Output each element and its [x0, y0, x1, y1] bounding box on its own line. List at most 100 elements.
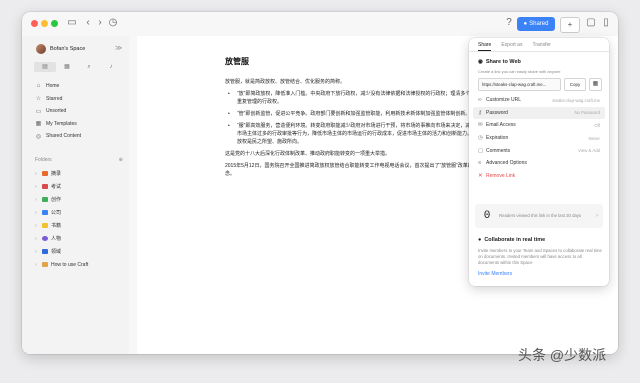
inspector-icon[interactable]: ▯ — [600, 17, 612, 29]
sidebar-item-starred[interactable]: ☆ Starred — [35, 93, 125, 106]
bullet-item[interactable]: • “服”即高效服务，营造便利环境。转变政府职能减少政府对市场进行干预，将市场的事… — [228, 122, 485, 146]
space-switcher[interactable]: Bofan's Space — [36, 44, 85, 54]
option-value: Off — [594, 122, 600, 128]
sliders-icon: ≡ — [478, 160, 482, 167]
share-to-web-label: Share to Web — [485, 59, 521, 65]
folders-header: Folders ⊕ — [35, 157, 123, 163]
calendar-tab-icon[interactable]: ▦ — [56, 62, 78, 72]
option-value: View & Add — [578, 148, 600, 154]
folder-item[interactable]: › 人物 — [35, 232, 125, 245]
share-link-field[interactable]: https://steaks-clap-wag.craft.me... — [478, 78, 561, 91]
folder-item[interactable]: › 创作 — [35, 193, 125, 206]
tab-export[interactable]: Export as — [501, 38, 522, 51]
option-advanced[interactable]: ≡ Advanced Options — [473, 157, 605, 170]
back-icon[interactable]: ‹ — [82, 17, 94, 29]
paragraph[interactable]: 放管服，就是简政放权、放管结合、优化服务的简称。 — [225, 78, 485, 86]
minimize-window-button[interactable] — [41, 20, 48, 27]
share-options: ∞ Customize URL steaks-clap-wag.craft.me ⚷… — [473, 94, 605, 182]
folder-icon — [42, 197, 48, 202]
option-customize-url[interactable]: ∞ Customize URL steaks-clap-wag.craft.me — [473, 94, 605, 107]
remove-link-button[interactable]: ✕ Remove Link — [473, 170, 605, 183]
trash-icon: ✕ — [478, 172, 483, 179]
folder-label: 公司 — [51, 210, 62, 216]
sidebar: Bofan's Space ≫ ▤ ▦ ⌕ ♪ ⌂ Home ☆ Starred… — [22, 36, 129, 354]
readers-text: Readers viewed this link in the last 30 … — [499, 213, 582, 218]
sidebar-item-unsorted[interactable]: ▭ Unsorted — [35, 105, 125, 118]
folder-item[interactable]: › 公司 — [35, 206, 125, 219]
bullet-item[interactable]: • “管”即创新监管，促进公平竞争。政府部门要创新和加强监管职能，利用新技术新体制… — [228, 110, 485, 118]
paragraph[interactable]: 2015年5月12日，国务院召开全国推进简政放权放管结合职能转变工作电视电话会议… — [225, 162, 485, 178]
option-value: steaks-clap-wag.craft.me — [552, 97, 600, 103]
copy-button[interactable]: Copy — [564, 78, 586, 91]
add-button[interactable]: + — [560, 17, 580, 33]
folder-item[interactable]: › 书籍 — [35, 219, 125, 232]
bullet-item[interactable]: • “放”即简政放权，降低准入门槛。中央政府下放行政权，减少没有法律依据和法律授权… — [228, 90, 485, 106]
folder-label: 摘录 — [51, 171, 62, 177]
folder-label: How to use Craft — [51, 261, 89, 268]
chevron-right-icon: › — [35, 196, 37, 203]
collaborate-label: Collaborate in real time — [484, 237, 546, 243]
folder-icon — [42, 171, 48, 176]
key-icon: ⚷ — [478, 109, 483, 116]
folders-label: Folders — [35, 157, 52, 163]
option-label: Advanced Options — [486, 160, 527, 167]
link-icon: ∞ — [478, 97, 482, 104]
bullet-icon: • — [228, 91, 230, 97]
readers-count: 0 — [483, 210, 491, 222]
qr-code-icon[interactable]: ▦ — [589, 78, 602, 91]
house-icon: ⌂ — [36, 83, 41, 90]
option-label: Remove Link — [486, 172, 516, 179]
sidebar-item-shared-content[interactable]: ◎ Shared Content — [35, 130, 125, 143]
folder-label: 人物 — [51, 236, 62, 242]
bullet-text: “服”即高效服务，营造便利环境。转变政府职能减少政府对市场进行干预，将市场的事推… — [237, 123, 483, 145]
tab-share[interactable]: Share — [478, 38, 492, 51]
search-tab-icon[interactable]: ⌕ — [78, 62, 100, 72]
collaborate-title: ● Collaborate in real time — [478, 237, 545, 243]
tray-icon: ▭ — [35, 108, 42, 115]
option-value: Never — [588, 135, 600, 141]
help-icon[interactable]: ? — [503, 17, 515, 29]
readers-card[interactable]: 0 Readers viewed this link in the last 3… — [475, 204, 603, 228]
folder-item[interactable]: › 领域 — [35, 245, 125, 258]
close-window-button[interactable] — [31, 20, 38, 27]
avatar — [36, 44, 46, 54]
space-name: Bofan's Space — [50, 46, 86, 52]
sidebar-item-home[interactable]: ⌂ Home — [35, 80, 125, 93]
mail-icon: ✉ — [478, 122, 483, 129]
documents-tab-icon[interactable]: ▤ — [34, 62, 56, 72]
watermark: 头条 @少数派 — [518, 347, 607, 363]
option-expiration[interactable]: ◷ Expiration Never — [473, 132, 605, 145]
maximize-window-button[interactable] — [51, 20, 58, 27]
invite-members-link[interactable]: Invite Members — [478, 271, 512, 277]
sidebar-toggle-icon[interactable]: ▭ — [66, 17, 78, 29]
tab-transfer[interactable]: Transfer — [532, 38, 550, 51]
folder-item[interactable]: › 考试 — [35, 180, 125, 193]
notifications-tab-icon[interactable]: ♪ — [100, 62, 122, 72]
comments-icon[interactable]: ▢ — [585, 17, 597, 29]
chevron-right-icon: › — [35, 248, 37, 255]
forward-icon[interactable]: › — [94, 17, 106, 29]
folder-list: › 摘录 › 考试 › 创作 › 公司 › 书籍 › 人物 › 领域 › How to use … — [35, 167, 125, 271]
history-icon[interactable]: ◷ — [107, 17, 119, 29]
sidebar-item-label: Unsorted — [46, 108, 67, 115]
share-to-web-title: ◉ Share to Web — [478, 59, 521, 65]
app-window: ▭ ‹ › ◷ ? ● Shared + ▢ ▯ Bofan's Space ≫… — [22, 12, 618, 354]
template-icon: ▦ — [35, 121, 42, 128]
option-password[interactable]: ⚷ Password No Password — [473, 106, 605, 120]
option-comments[interactable]: ▢ Comments View & Add — [473, 144, 605, 157]
paragraph[interactable]: 这是党的十八大后深化行政体制改革、推动政府职能转变的一项重大举措。 — [225, 150, 485, 158]
chevron-right-icon: › — [35, 170, 37, 177]
shared-button[interactable]: ● Shared — [517, 17, 555, 31]
chevron-right-icon: › — [35, 209, 37, 216]
collapse-sidebar-icon[interactable]: ≫ — [115, 44, 122, 52]
folder-icon — [42, 223, 48, 228]
sidebar-tabs: ▤ ▦ ⌕ ♪ — [34, 62, 122, 72]
folder-item[interactable]: › How to use Craft — [35, 258, 125, 271]
sidebar-item-my-templates[interactable]: ▦ My Templates — [35, 118, 125, 131]
folder-item[interactable]: › 摘录 — [35, 167, 125, 180]
add-folder-icon[interactable]: ⊕ — [119, 157, 123, 163]
page-title[interactable]: 放管服 — [225, 56, 485, 67]
share-icon: ◎ — [35, 133, 42, 140]
add-button-label: + — [567, 20, 573, 29]
option-email-access[interactable]: ✉ Email Access Off — [473, 119, 605, 132]
